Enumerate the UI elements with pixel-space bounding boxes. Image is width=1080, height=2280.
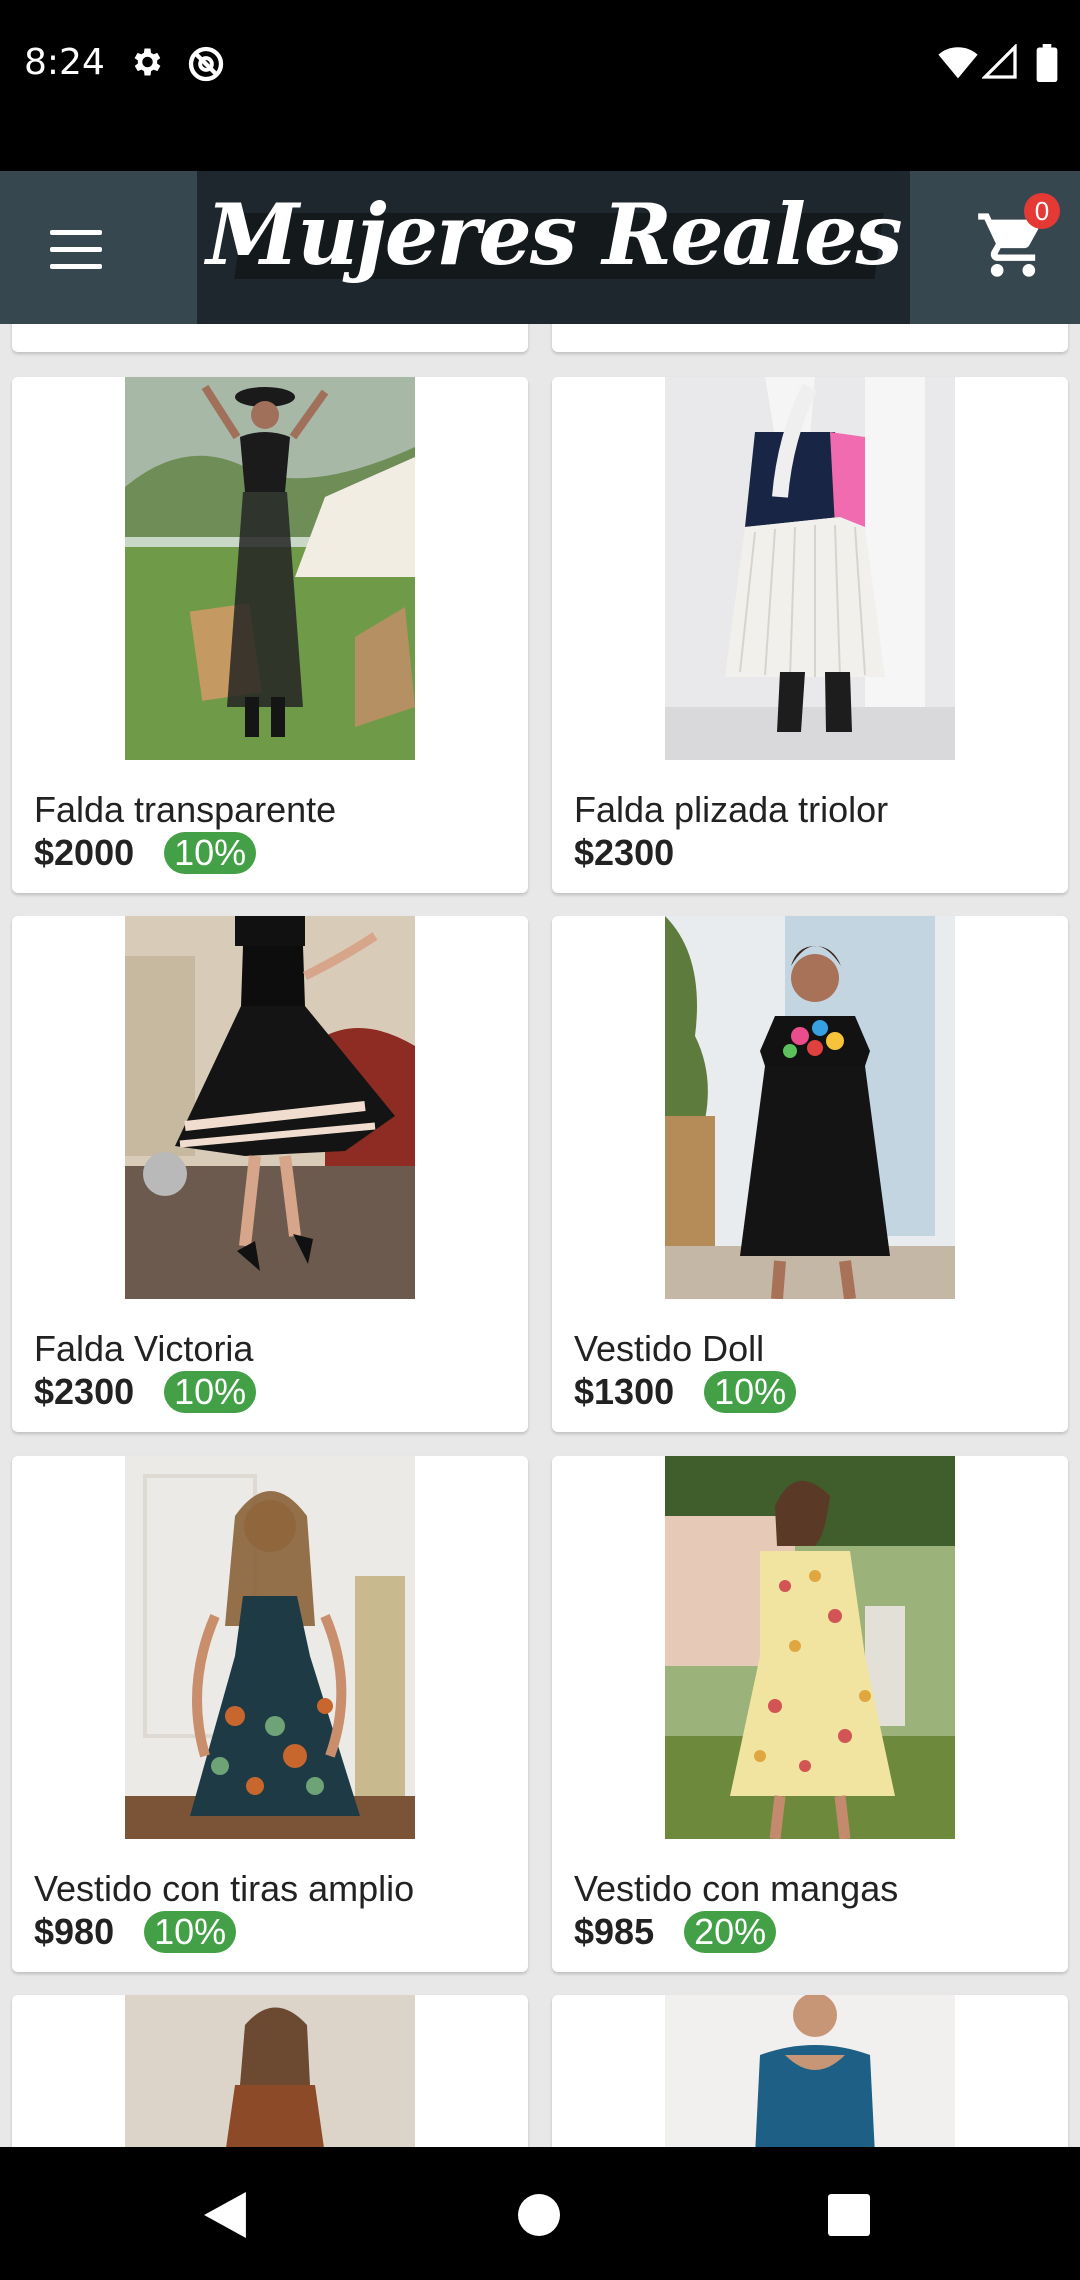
product-title: Falda Victoria (34, 1328, 254, 1369)
at-sign-icon (188, 46, 224, 82)
product-price: $2300 (574, 832, 675, 873)
discount-badge: 10% (164, 832, 257, 874)
status-time: 8:24 (24, 42, 105, 83)
battery-icon (1036, 44, 1058, 82)
product-title: Falda transparente (34, 789, 337, 830)
product-card[interactable]: Falda Victoria $2300 10% (12, 916, 528, 1432)
product-card[interactable]: Vestido Doll $1300 10% (552, 916, 1068, 1432)
product-image[interactable] (665, 377, 955, 760)
discount-badge: 10% (164, 1371, 257, 1413)
product-title: Vestido con mangas (574, 1868, 899, 1909)
wifi-icon (938, 47, 978, 79)
brand-logo: Mujeres Reales (197, 171, 910, 324)
brand-logo-text: Mujeres Reales (206, 185, 902, 284)
product-card[interactable]: Falda plizada triolor $2300 (552, 377, 1068, 893)
product-image[interactable] (665, 916, 955, 1299)
product-image[interactable] (125, 377, 415, 760)
product-image[interactable] (125, 1456, 415, 1839)
discount-badge: 20% (684, 1911, 777, 1953)
product-card[interactable]: Vestido con mangas $985 20% (552, 1456, 1068, 1972)
menu-button[interactable] (50, 230, 102, 270)
menu-icon (50, 230, 102, 235)
status-bar: 8:24 (0, 0, 1080, 171)
price-row: $1300 10% (574, 1368, 797, 1416)
product-card[interactable]: Vestido con tiras amplio $980 10% (12, 1456, 528, 1972)
product-price: $2300 (34, 1371, 135, 1412)
product-title: Vestido Doll (574, 1328, 765, 1369)
price-row: $985 20% (574, 1908, 777, 1956)
discount-badge: 10% (704, 1371, 797, 1413)
product-title: Vestido con tiras amplio (34, 1868, 415, 1909)
product-title: Falda plizada triolor (574, 789, 889, 830)
product-card-partial[interactable] (552, 1995, 1068, 2155)
product-price: $2000 (34, 832, 135, 873)
product-image[interactable] (665, 1995, 955, 2155)
product-image[interactable] (125, 1995, 415, 2155)
back-icon[interactable] (204, 2192, 246, 2238)
settings-icon (134, 48, 161, 76)
product-price: $985 (574, 1911, 655, 1952)
price-row: $980 10% (34, 1908, 237, 1956)
price-row: $2000 10% (34, 829, 257, 877)
product-card-partial[interactable] (12, 1995, 528, 2155)
cart-count-badge: 0 (1024, 193, 1060, 229)
recents-icon[interactable] (828, 2194, 870, 2236)
product-image[interactable] (665, 1456, 955, 1839)
product-card[interactable]: Falda transparente $2000 10% (12, 377, 528, 893)
product-price: $1300 (574, 1371, 675, 1412)
price-row: $2300 10% (34, 1368, 257, 1416)
signal-icon (982, 44, 1017, 79)
product-image[interactable] (125, 916, 415, 1299)
home-icon[interactable] (518, 2194, 560, 2236)
price-row: $2300 (574, 829, 674, 877)
navigation-bar (0, 2147, 1080, 2280)
product-price: $980 (34, 1911, 115, 1952)
discount-badge: 10% (144, 1911, 237, 1953)
